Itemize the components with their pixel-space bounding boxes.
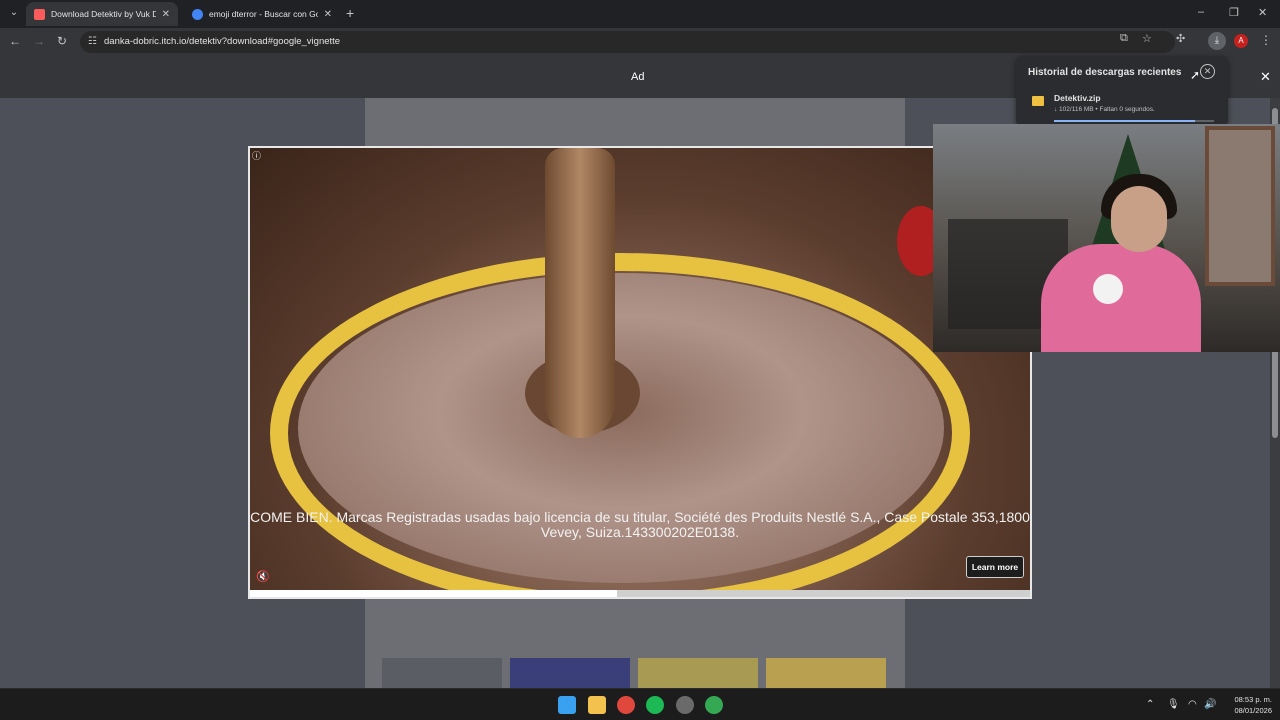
molinillo-whisk-image (545, 148, 615, 438)
tab-search-chevron-icon[interactable]: ⌄ (6, 5, 22, 21)
screenshot-thumb[interactable] (766, 658, 886, 688)
mute-icon[interactable]: 🔇 (256, 570, 270, 583)
chrome-profile-icon[interactable] (705, 696, 723, 714)
windows-start-icon[interactable] (558, 696, 576, 714)
game-screenshots (382, 658, 886, 688)
address-url: danka-dobric.itch.io/detektiv?download#g… (104, 36, 341, 47)
volume-icon[interactable]: 🔊 (1204, 699, 1216, 710)
screenshot-thumb[interactable] (382, 658, 502, 688)
tab-detektiv[interactable]: Download Detektiv by Vuk Dob ✕ (26, 2, 178, 26)
ad-close-icon[interactable]: ✕ (1260, 69, 1271, 85)
screenshot-thumb[interactable] (638, 658, 758, 688)
downloads-panel: Historial de descargas recientes ✕ Detek… (1016, 56, 1228, 126)
download-status: ↓ 102/116 MB • Faltan 0 segundos. (1054, 106, 1155, 113)
browser-menu-icon[interactable]: ⋮ (1260, 33, 1272, 47)
system-clock[interactable]: 08:53 p. m. 08/01/2026 (1222, 694, 1272, 716)
person-face (1111, 186, 1167, 252)
file-explorer-icon[interactable] (588, 696, 606, 714)
ad-caption: COME BIEN. Marcas Registradas usadas baj… (250, 509, 1030, 540)
ad-label: Ad (631, 71, 645, 83)
tab-google-search[interactable]: emoji dterror - Buscar con Goo ✕ (184, 2, 340, 26)
tab-title: Download Detektiv by Vuk Dob (51, 9, 156, 19)
site-info-icon[interactable]: ☷ (88, 36, 97, 47)
learn-more-button[interactable]: Learn more (966, 556, 1024, 578)
wifi-icon[interactable]: ◠ (1188, 699, 1197, 710)
close-tab-icon[interactable]: ✕ (162, 9, 170, 20)
downloads-icon[interactable]: ⤓ (1208, 32, 1226, 50)
profile-avatar[interactable]: A (1234, 34, 1248, 48)
background-door (1205, 126, 1275, 286)
extensions-puzzle-icon[interactable]: ✣ (1176, 32, 1185, 45)
show-hidden-icons-chevron-icon[interactable]: ⌃ (1146, 699, 1154, 710)
new-tab-plus-icon[interactable]: + (346, 5, 354, 21)
clock-time: 08:53 p. m. (1234, 695, 1272, 704)
ad-video[interactable]: ⓘ COME BIEN. Marcas Registradas usadas b… (248, 146, 1032, 599)
install-app-icon[interactable]: ⧉ (1120, 32, 1128, 45)
video-progress-fill (250, 590, 617, 597)
close-tab-icon[interactable]: ✕ (324, 9, 332, 20)
download-progress-bar (1054, 120, 1214, 122)
window-close-icon[interactable]: ✕ (1258, 6, 1267, 19)
chrome-icon[interactable] (617, 696, 635, 714)
downloads-close-icon[interactable]: ✕ (1200, 64, 1215, 79)
download-file-name[interactable]: Detektiv.zip (1054, 93, 1101, 103)
downloads-title: Historial de descargas recientes (1028, 67, 1182, 78)
reload-icon[interactable]: ↻ (57, 34, 67, 48)
download-progress-fill (1054, 120, 1195, 122)
folder-icon (1032, 96, 1044, 106)
tab-title: emoji dterror - Buscar con Goo (209, 9, 318, 19)
browser-toolbar: ← → ↻ ☷ danka-dobric.itch.io/detektiv?do… (0, 28, 1280, 56)
screenshot-thumb[interactable] (510, 658, 630, 688)
restore-icon[interactable]: ❐ (1229, 6, 1239, 19)
windows-taskbar: ⌃ 🎙 ◠ 🔊 08:53 p. m. 08/01/2026 (0, 688, 1280, 720)
forward-arrow-icon[interactable]: → (33, 34, 45, 48)
microphone-icon[interactable]: 🎙 (1167, 699, 1180, 710)
ad-info-icon[interactable]: ⓘ (252, 149, 261, 162)
google-favicon-icon (192, 8, 203, 20)
bookmark-star-icon[interactable]: ☆ (1142, 32, 1152, 45)
address-bar[interactable]: ☷ danka-dobric.itch.io/detektiv?download… (80, 31, 1175, 53)
person-body (1041, 244, 1201, 352)
microphone (1093, 274, 1123, 304)
clock-date: 08/01/2026 (1234, 706, 1272, 715)
tab-strip: ⌄ Download Detektiv by Vuk Dob ✕ emoji d… (0, 0, 1280, 28)
itch-favicon-icon (34, 8, 45, 20)
mouse-cursor-icon: ➚ (1190, 68, 1201, 82)
video-progress-bar[interactable] (250, 590, 1030, 597)
spotify-icon[interactable] (646, 696, 664, 714)
minimize-icon[interactable]: – (1198, 6, 1204, 18)
app-icon[interactable] (676, 696, 694, 714)
back-arrow-icon[interactable]: ← (9, 34, 21, 48)
webcam-overlay (933, 124, 1280, 352)
